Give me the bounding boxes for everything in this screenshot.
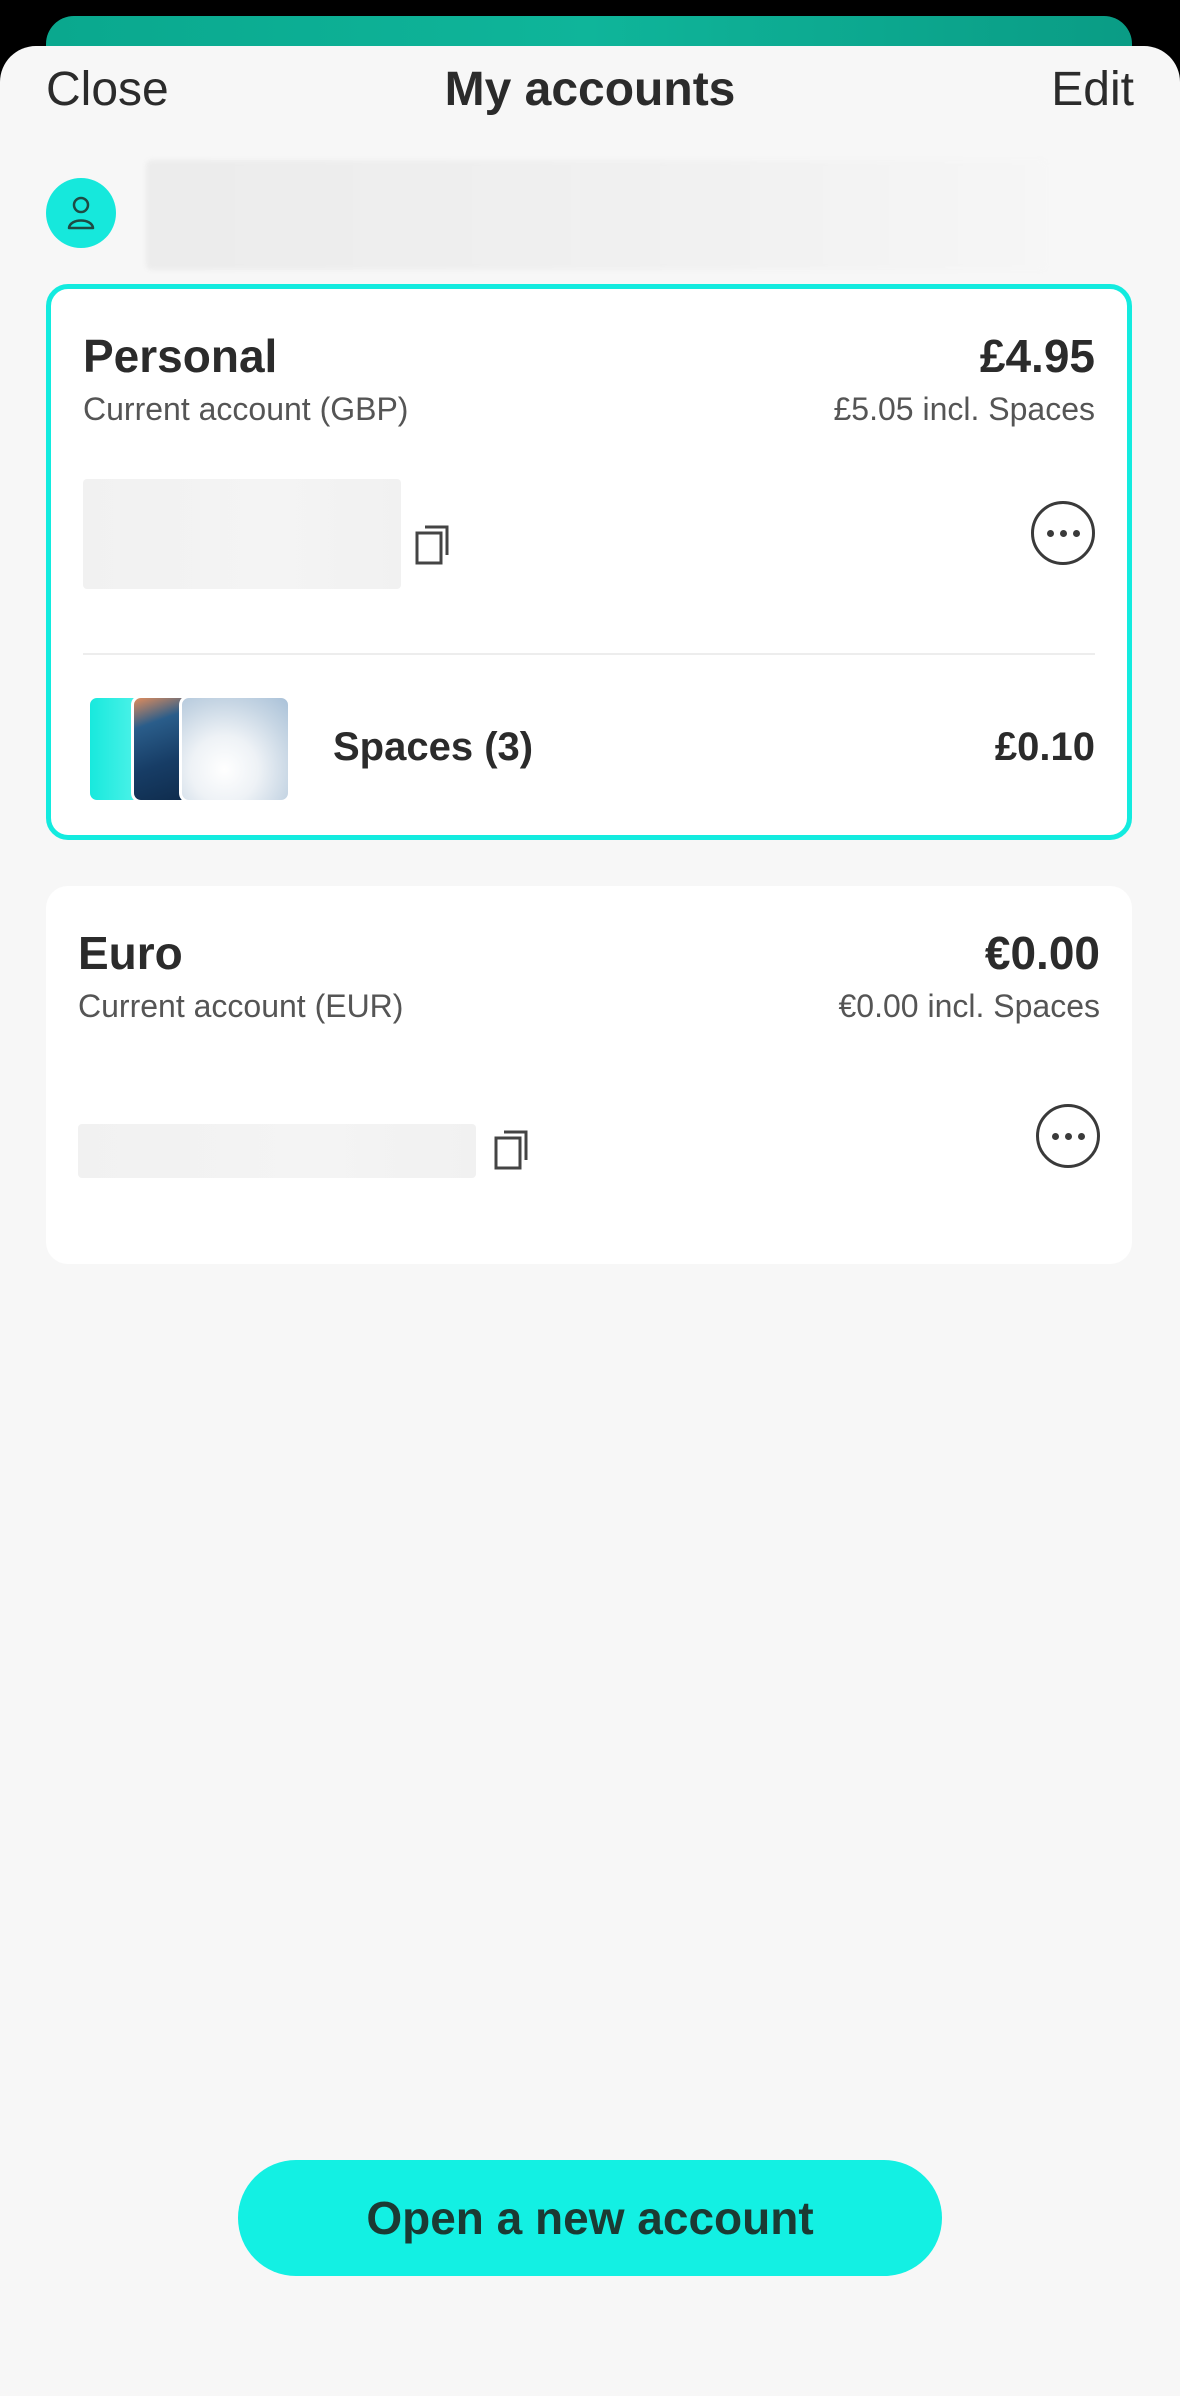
more-dots-icon bbox=[1051, 1132, 1059, 1140]
edit-button[interactable]: Edit bbox=[1051, 60, 1134, 120]
account-name: Personal bbox=[83, 330, 278, 382]
more-options-button[interactable] bbox=[1036, 1104, 1100, 1168]
account-type: Current account (EUR) bbox=[78, 988, 404, 1024]
divider bbox=[83, 653, 1095, 655]
close-button[interactable]: Close bbox=[46, 60, 169, 120]
account-balance-incl-spaces: £5.05 incl. Spaces bbox=[833, 391, 1096, 427]
account-balance-incl-spaces: €0.00 incl. Spaces bbox=[838, 988, 1101, 1024]
account-card-euro[interactable]: Euro Current account (EUR) €0.00 €0.00 i… bbox=[46, 886, 1132, 1264]
profile-name-redacted bbox=[146, 160, 1046, 270]
account-number-redacted bbox=[83, 479, 401, 589]
more-dots-icon bbox=[1046, 529, 1054, 537]
account-type: Current account (GBP) bbox=[83, 391, 409, 427]
avatar[interactable] bbox=[46, 178, 116, 248]
account-name: Euro bbox=[78, 927, 183, 979]
copy-icon[interactable] bbox=[413, 523, 453, 567]
account-balance: £4.95 bbox=[979, 330, 1095, 382]
copy-icon[interactable] bbox=[492, 1128, 532, 1172]
account-number-redacted bbox=[78, 1124, 476, 1178]
more-options-button[interactable] bbox=[1031, 501, 1095, 565]
spaces-amount: £0.10 bbox=[994, 725, 1095, 769]
space-thumbnail bbox=[179, 695, 291, 803]
spaces-label[interactable]: Spaces (3) bbox=[333, 725, 533, 770]
open-new-account-button[interactable]: Open a new account bbox=[238, 2160, 942, 2276]
account-card-personal[interactable]: Personal Current account (GBP) £4.95 £5.… bbox=[46, 284, 1132, 840]
person-icon bbox=[67, 196, 95, 230]
spaces-thumbnails[interactable] bbox=[87, 695, 291, 805]
account-balance: €0.00 bbox=[984, 927, 1100, 979]
